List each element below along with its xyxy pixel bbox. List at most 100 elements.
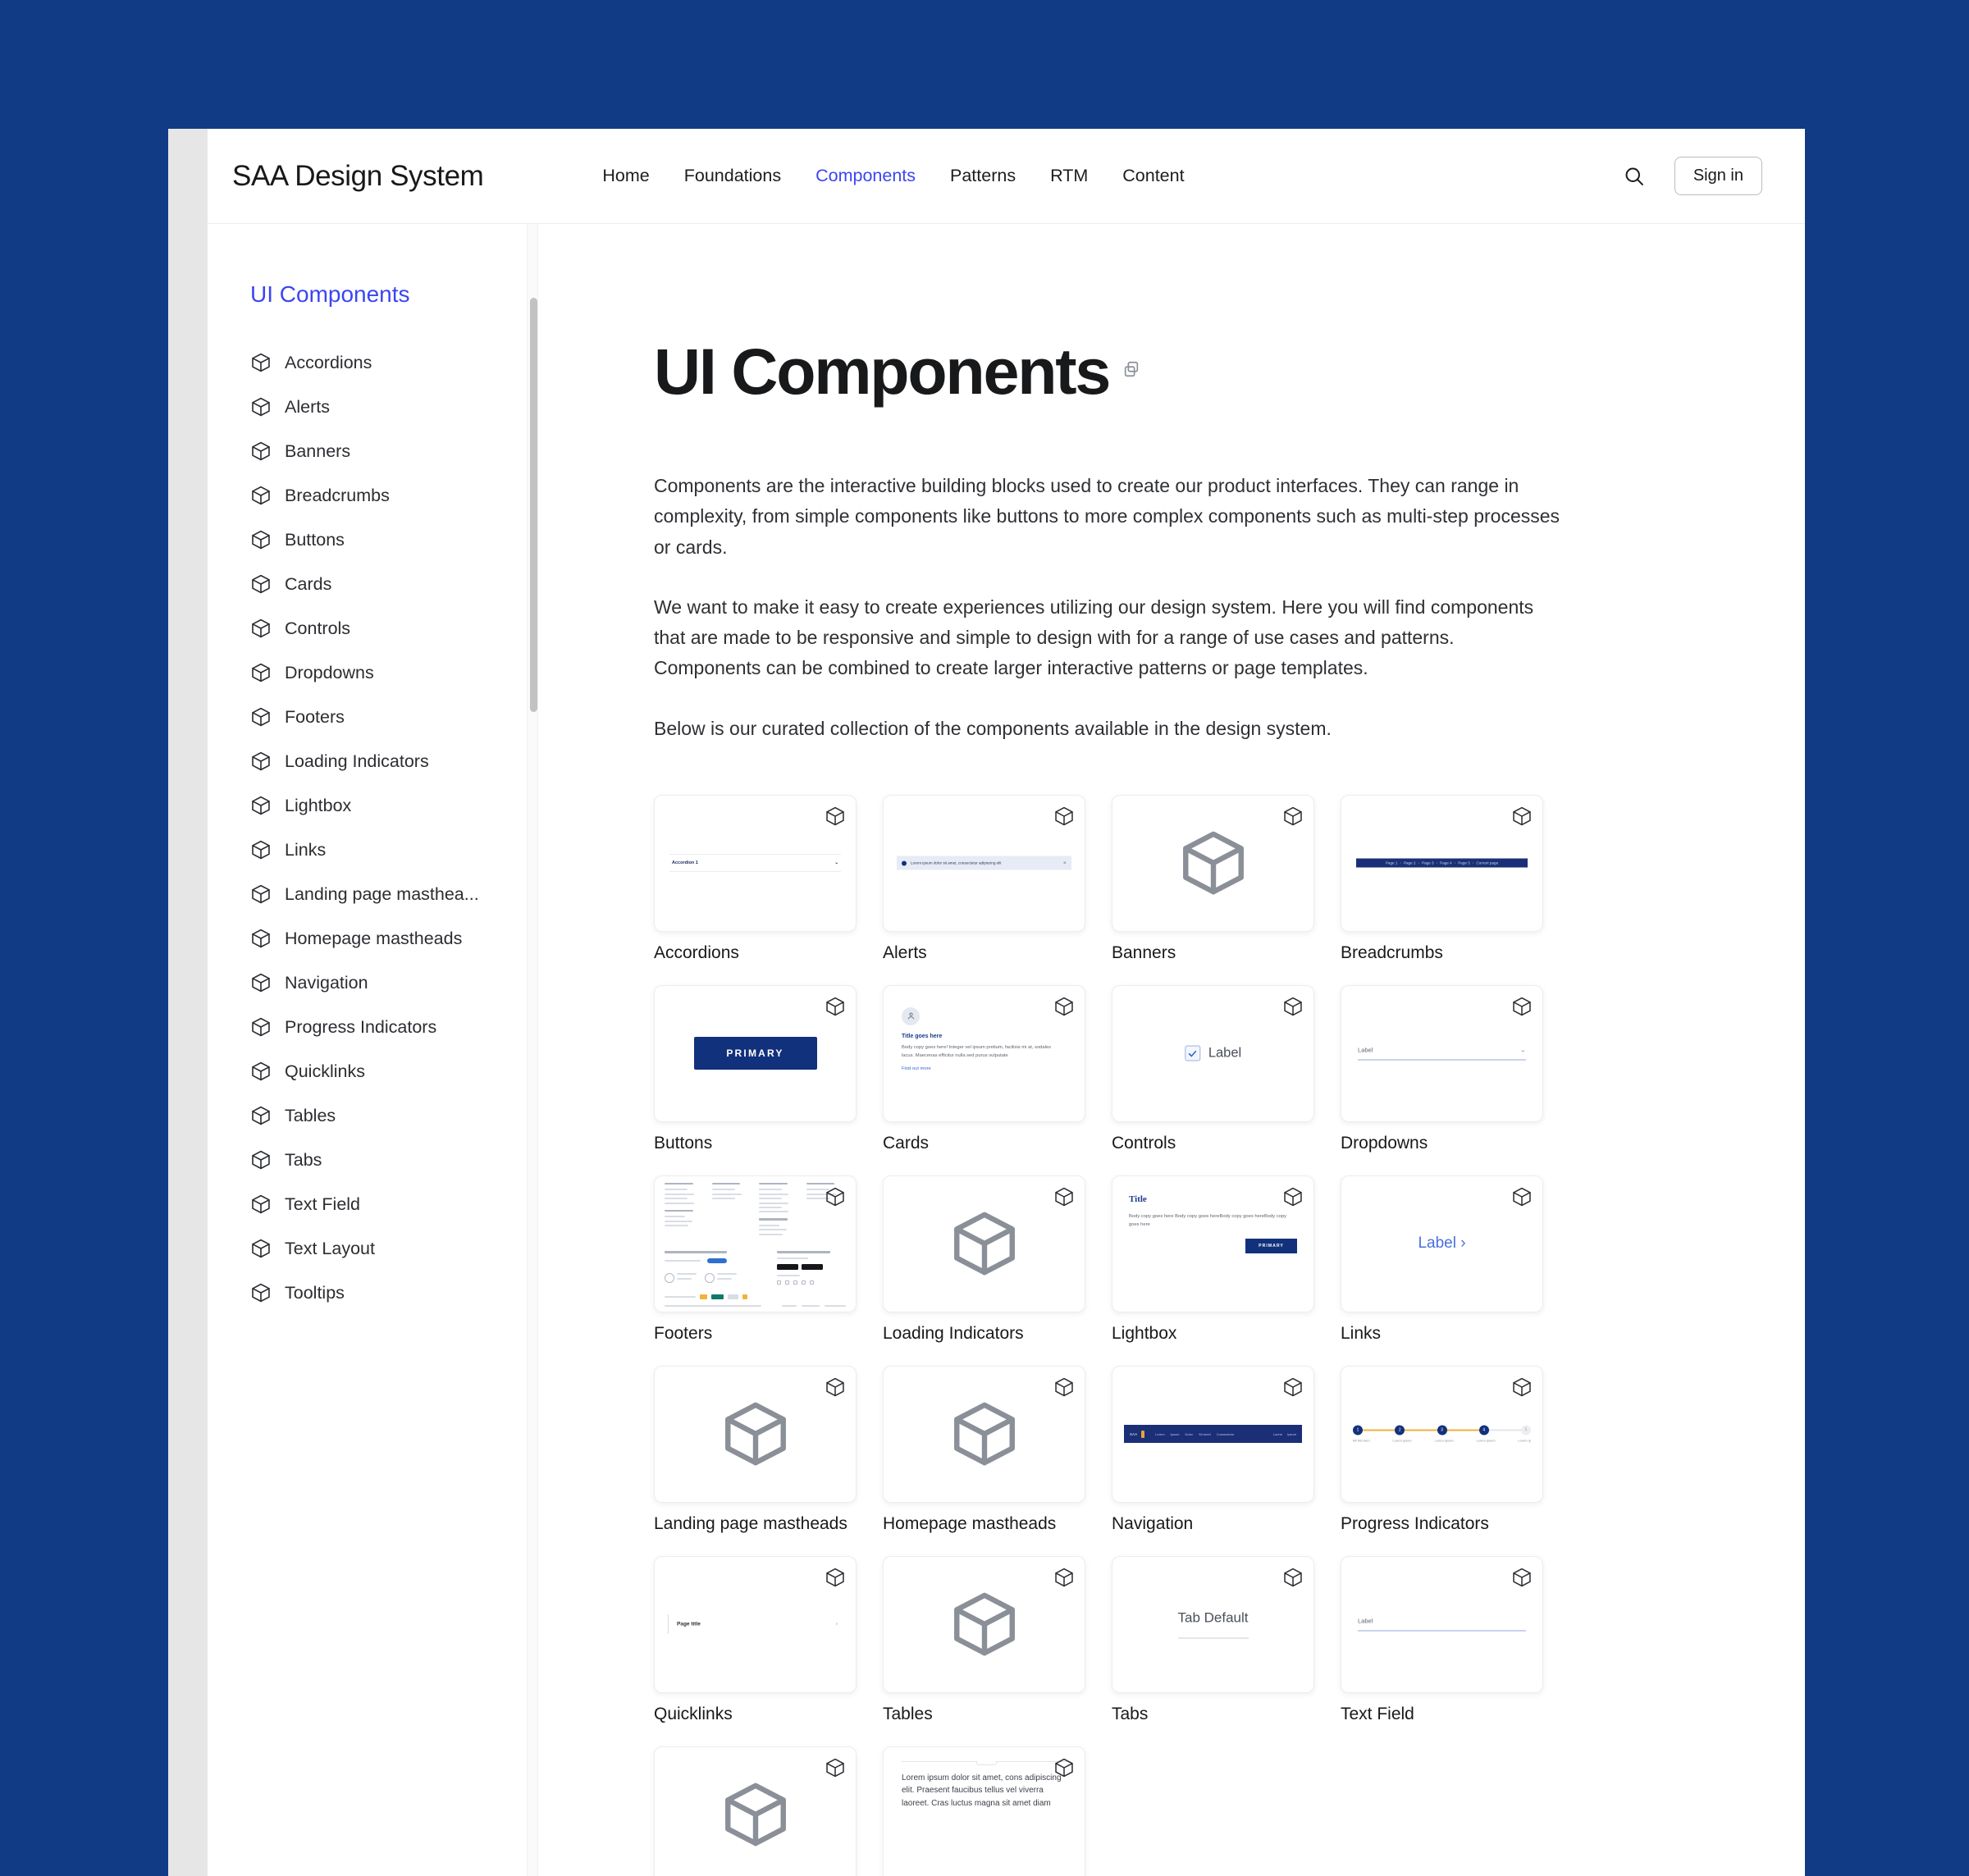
cube-icon [1284, 1377, 1302, 1396]
progress-step[interactable]: 4 [1478, 1425, 1489, 1436]
breadcrumb-item[interactable]: Current page [1476, 861, 1498, 865]
component-thumbnail[interactable]: Label [1112, 984, 1314, 1122]
lightbox-primary-button[interactable]: PRIMARY [1245, 1239, 1297, 1254]
component-thumbnail[interactable]: Label [1341, 1555, 1543, 1693]
breadcrumb-item[interactable]: Page 1 [1386, 861, 1398, 865]
sidebar-item-quicklinks[interactable]: Quicklinks [250, 1049, 527, 1093]
component-thumbnail[interactable] [1112, 794, 1314, 932]
progress-step[interactable]: 3 [1437, 1425, 1447, 1436]
nav-link-components[interactable]: Components [815, 166, 916, 186]
cube-badge-icon [1053, 1186, 1075, 1207]
sidebar-item-alerts[interactable]: Alerts [250, 385, 527, 429]
sidebar-scrollbar-track[interactable] [527, 224, 538, 1876]
sidebar-scrollbar-thumb[interactable] [530, 298, 537, 712]
app-store-badge[interactable] [776, 1263, 798, 1270]
cube-icon [252, 1106, 270, 1125]
progress-step[interactable]: 5 [1521, 1425, 1531, 1436]
sidebar-title[interactable]: UI Components [250, 281, 527, 308]
nav-link-rtm[interactable]: RTM [1050, 166, 1088, 186]
sidebar-item-navigation[interactable]: Navigation [250, 961, 527, 1005]
nav-link-foundations[interactable]: Foundations [684, 166, 781, 186]
sidebar-item-tabs[interactable]: Tabs [250, 1138, 527, 1182]
copy-icon[interactable] [1122, 360, 1140, 382]
breadcrumb-item[interactable]: Page 2 [1404, 861, 1416, 865]
cube-icon [252, 1150, 270, 1170]
brand-title[interactable]: SAA Design System [232, 160, 484, 193]
component-thumbnail[interactable]: Accordion 1 ⌄ [654, 794, 857, 932]
tooltip-preview: Lorem ipsum dolor sit amet, cons adipisc… [902, 1759, 1071, 1810]
component-thumbnail[interactable] [883, 1555, 1085, 1693]
sidebar-item-banners[interactable]: Banners [250, 429, 527, 473]
sidebar-item-progress-indicators[interactable]: Progress Indicators [250, 1005, 527, 1049]
sidebar-item-dropdowns[interactable]: Dropdowns [250, 650, 527, 695]
component-thumbnail[interactable]: Title Body copy goes here Body copy goes … [1112, 1175, 1314, 1312]
sidebar-item-tooltips[interactable]: Tooltips [250, 1271, 527, 1315]
component-thumbnail[interactable]: Page title › [654, 1555, 857, 1693]
component-thumbnail[interactable]: Label ⌄ [1341, 984, 1543, 1122]
card-link[interactable]: Find out more [902, 1066, 1057, 1071]
component-thumbnail[interactable]: Title goes here Body copy goes here! Inte… [883, 984, 1085, 1122]
sidebar-item-breadcrumbs[interactable]: Breadcrumbs [250, 473, 527, 518]
sidebar-item-footers[interactable]: Footers [250, 695, 527, 739]
component-thumbnail[interactable]: Label › [1341, 1175, 1543, 1312]
sidebar-item-homepage-mastheads[interactable]: Homepage mastheads [250, 916, 527, 961]
sidebar-item-lightbox[interactable]: Lightbox [250, 783, 527, 828]
component-thumbnail[interactable] [883, 1365, 1085, 1503]
primary-button-preview[interactable]: PRIMARY [693, 1037, 817, 1070]
sidebar-item-tables[interactable]: Tables [250, 1093, 527, 1138]
google-play-badge[interactable] [801, 1263, 823, 1270]
nav-link-patterns[interactable]: Patterns [950, 166, 1016, 186]
progress-step[interactable]: 1 [1353, 1425, 1363, 1436]
sidebar-item-text-field[interactable]: Text Field [250, 1182, 527, 1226]
tab-label[interactable]: Tab Default [1178, 1610, 1249, 1627]
component-thumbnail[interactable] [654, 1746, 857, 1876]
component-thumbnail[interactable]: Lorem ipsum dolor sit amet, cons adipisc… [883, 1746, 1085, 1876]
component-tile-label: Loading Indicators [883, 1323, 1024, 1343]
breadcrumb-item[interactable]: Page 4 [1440, 861, 1452, 865]
component-thumbnail[interactable]: SAA Lorem Ipsum Dolor Sit amet Consectetur Lor… [1112, 1365, 1314, 1503]
quicklink-preview[interactable]: Page title › [668, 1614, 843, 1634]
component-tile: 1 2 3 4 5 Bit this item Lorem ipsum Lorem ipsum… [1341, 1365, 1543, 1534]
page-title-row: UI Components [654, 339, 1706, 404]
progress-step[interactable]: 2 [1395, 1425, 1405, 1436]
text-field-preview[interactable]: Label [1358, 1618, 1526, 1632]
social-icon[interactable] [801, 1280, 806, 1285]
component-thumbnail[interactable]: PRIMARY [654, 984, 857, 1122]
component-thumbnail[interactable]: Page 1 › Page 2 › Page 3 › Page 4 › Page 5 › Curre… [1341, 794, 1543, 932]
sign-in-button[interactable]: Sign in [1674, 157, 1762, 195]
search-button[interactable] [1619, 161, 1650, 192]
component-thumbnail[interactable] [654, 1175, 857, 1312]
info-dot-icon [902, 860, 907, 866]
sidebar-item-controls[interactable]: Controls [250, 606, 527, 650]
sidebar-item-accordions[interactable]: Accordions [250, 340, 527, 385]
social-icon[interactable] [784, 1280, 789, 1285]
sidebar-item-landing-page-masthea[interactable]: Landing page masthea... [250, 872, 527, 916]
dropdown-preview[interactable]: Label ⌄ [1358, 1046, 1526, 1061]
breadcrumb-item[interactable]: Page 5 [1458, 861, 1470, 865]
component-thumbnail[interactable]: 1 2 3 4 5 Bit this item Lorem ipsum Lorem ipsum… [1341, 1365, 1543, 1503]
link-preview[interactable]: Label › [1418, 1235, 1465, 1253]
checkbox[interactable] [1184, 1045, 1200, 1061]
component-thumbnail[interactable] [883, 1175, 1085, 1312]
component-tile-label: Accordions [654, 943, 739, 962]
social-icon[interactable] [793, 1280, 797, 1285]
footer-subscribe-button[interactable] [707, 1258, 727, 1263]
sidebar-item-links[interactable]: Links [250, 828, 527, 872]
component-thumbnail[interactable] [654, 1365, 857, 1503]
sidebar-item-buttons[interactable]: Buttons [250, 518, 527, 562]
social-icon[interactable] [809, 1280, 814, 1285]
nav-link-home[interactable]: Home [602, 166, 649, 186]
component-thumbnail[interactable]: Tab Default [1112, 1555, 1314, 1693]
component-tile-label: Lightbox [1112, 1323, 1177, 1343]
component-thumbnail[interactable]: Lorem ipsum dolor sit amet, consectetur … [883, 794, 1085, 932]
social-icon[interactable] [776, 1280, 781, 1285]
breadcrumb-item[interactable]: Page 3 [1422, 861, 1434, 865]
cube-badge-icon [1053, 806, 1075, 827]
sidebar-item-loading-indicators[interactable]: Loading Indicators [250, 739, 527, 783]
sidebar-item-cards[interactable]: Cards [250, 562, 527, 606]
tooltip-copy: Lorem ipsum dolor sit amet, cons adipisc… [902, 1773, 1062, 1808]
nav-link-content[interactable]: Content [1122, 166, 1184, 186]
sidebar-item-text-layout[interactable]: Text Layout [250, 1226, 527, 1271]
cube-badge-icon [1511, 996, 1533, 1017]
sidebar-item-label: Progress Indicators [285, 1016, 437, 1037]
